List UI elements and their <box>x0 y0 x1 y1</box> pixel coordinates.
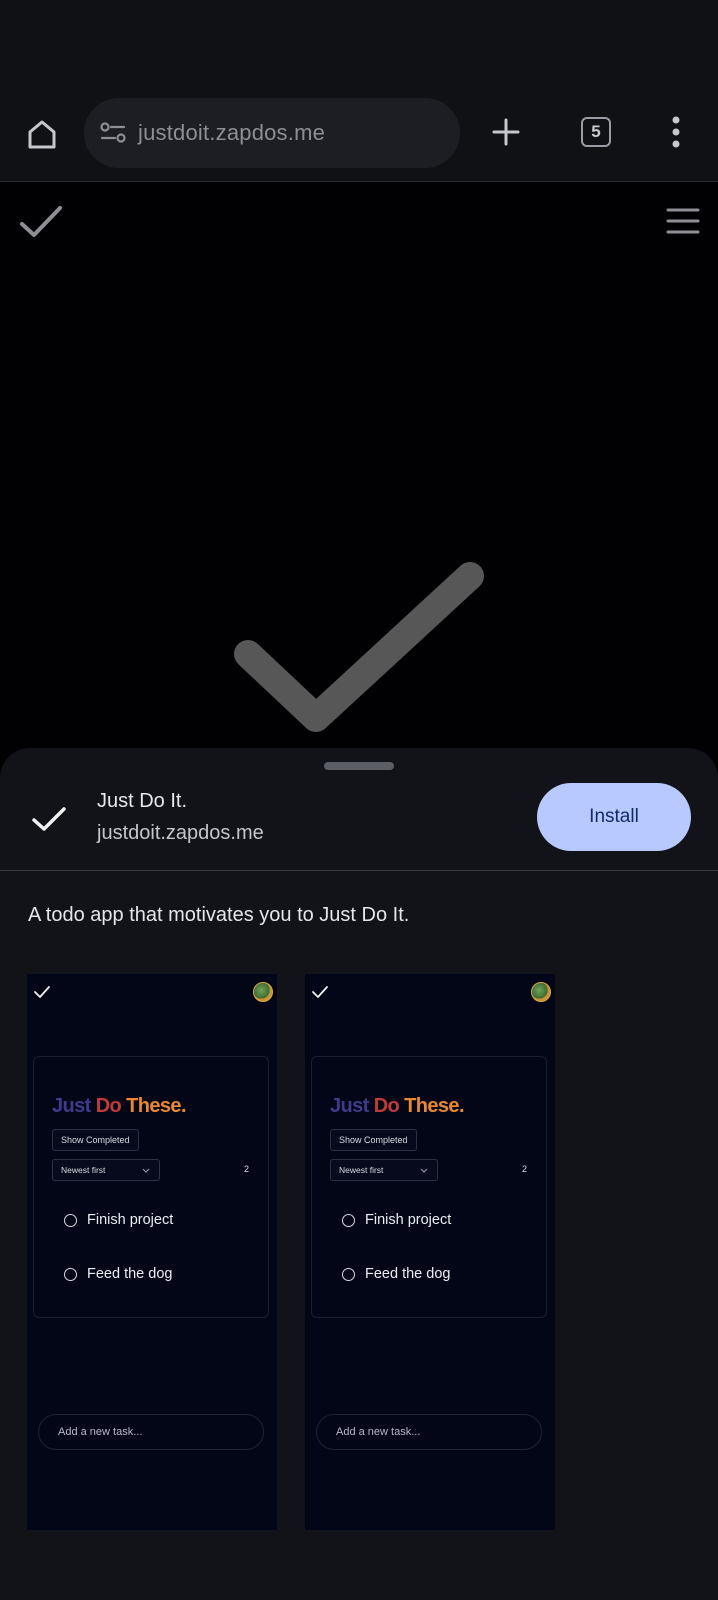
show-completed-button: Show Completed <box>330 1129 417 1151</box>
show-completed-button: Show Completed <box>52 1129 139 1151</box>
title-do: Do <box>95 1095 122 1117</box>
task-item: Finish project <box>64 1212 173 1228</box>
task-count: 2 <box>522 1164 528 1174</box>
circle-icon <box>64 1213 77 1227</box>
circle-icon <box>342 1267 355 1281</box>
app-screenshot[interactable]: Just Do These. Show Completed Newest fir… <box>305 974 555 1530</box>
app-url: justdoit.zapdos.me <box>97 822 264 844</box>
sort-select-value: Newest first <box>339 1165 384 1175</box>
todo-title: Just Do These. <box>52 1095 187 1118</box>
drag-handle[interactable] <box>324 762 394 770</box>
install-bottom-sheet: Just Do It. justdoit.zapdos.me Install A… <box>0 748 718 1600</box>
app-screenshot[interactable]: Just Do These. Show Completed Newest fir… <box>27 974 277 1530</box>
tab-switcher-icon: 5 <box>581 117 611 147</box>
web-page <box>0 182 718 782</box>
install-button[interactable]: Install <box>537 783 691 851</box>
task-item: Feed the dog <box>342 1266 450 1282</box>
checkmark-icon <box>32 807 66 831</box>
task-count: 2 <box>244 1164 250 1174</box>
status-bar-area <box>0 0 718 92</box>
sort-select: Newest first <box>52 1159 160 1181</box>
home-icon <box>28 120 56 149</box>
app-description: A todo app that motivates you to Just Do… <box>28 904 410 926</box>
task-label: Finish project <box>365 1212 452 1228</box>
plus-icon <box>492 118 520 146</box>
sort-select-value: Newest first <box>61 1165 106 1175</box>
tab-count: 5 <box>591 122 601 141</box>
app-icon <box>28 798 70 840</box>
tab-switcher-button[interactable]: 5 <box>574 110 618 154</box>
browser-toolbar: justdoit.zapdos.me 5 <box>0 92 718 182</box>
todo-card: Just Do These. Show Completed Newest fir… <box>311 1056 547 1318</box>
splash-checkmark-icon <box>234 562 484 732</box>
sort-select: Newest first <box>330 1159 438 1181</box>
task-label: Feed the dog <box>87 1266 173 1282</box>
new-task-input: Add a new task... <box>38 1414 264 1450</box>
hamburger-icon[interactable] <box>666 206 700 236</box>
title-do: Do <box>373 1095 400 1117</box>
circle-icon <box>342 1213 355 1227</box>
title-these: These. <box>404 1095 464 1117</box>
task-label: Feed the dog <box>365 1266 451 1282</box>
tune-icon[interactable] <box>98 118 128 148</box>
title-these: These. <box>126 1095 186 1117</box>
task-label: Finish project <box>87 1212 174 1228</box>
new-task-input: Add a new task... <box>316 1414 542 1450</box>
address-bar[interactable]: justdoit.zapdos.me <box>84 98 460 168</box>
divider <box>0 870 718 871</box>
url-text[interactable]: justdoit.zapdos.me <box>138 120 325 146</box>
chevron-down-icon <box>420 1168 428 1173</box>
checkmark-icon[interactable] <box>18 202 64 242</box>
new-tab-button[interactable] <box>484 110 528 154</box>
avatar <box>253 982 273 1002</box>
avatar <box>531 982 551 1002</box>
todo-card: Just Do These. Show Completed Newest fir… <box>33 1056 269 1318</box>
circle-icon <box>64 1267 77 1281</box>
task-item: Finish project <box>342 1212 451 1228</box>
app-name: Just Do It. <box>97 790 188 812</box>
title-just: Just <box>330 1095 369 1117</box>
task-item: Feed the dog <box>64 1266 172 1282</box>
checkmark-icon <box>312 986 328 998</box>
home-button[interactable] <box>20 112 64 156</box>
todo-title: Just Do These. <box>330 1095 465 1118</box>
browser-menu-button[interactable] <box>654 110 698 154</box>
chevron-down-icon <box>142 1168 150 1173</box>
title-just: Just <box>52 1095 91 1117</box>
more-vertical-icon <box>672 116 680 148</box>
checkmark-icon <box>34 986 50 998</box>
